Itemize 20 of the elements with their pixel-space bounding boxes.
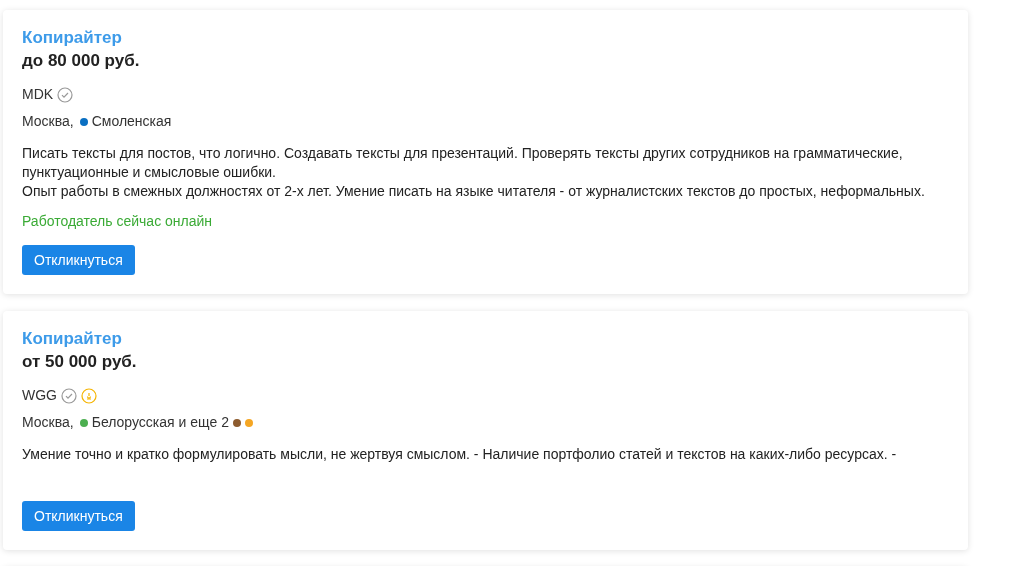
city: Москва, [22, 112, 74, 131]
check-circle-icon [61, 387, 77, 404]
check-circle-icon [57, 86, 74, 103]
city: Москва, [22, 413, 74, 432]
metro-station: Смоленская [91, 112, 172, 131]
company-name[interactable]: MDK [22, 84, 54, 105]
vacancy-title[interactable]: Копирайтер [22, 27, 949, 49]
company-name[interactable]: WGG [22, 385, 57, 406]
description: Умение точно и кратко формулировать мысли, не жертвуя смыслом. - Наличие портфолио статей и текстов на каких-либо ресурсах. - [22, 445, 898, 464]
description: Опыт работы в смежных должностях от 2-х лет. Умение писать на языке читателя - от журналистских текстов до простых, неформальных. [22, 182, 926, 201]
salary: от 50 000 руб. [22, 351, 138, 373]
online-status: Работодатель сейчас онлайн [22, 212, 214, 231]
respond-button[interactable]: Откликнуться [22, 501, 135, 531]
description: Писать тексты для постов, что логично. Создавать тексты для презентаций. Проверять тексты других сотрудников на грамматические, пунктуационные и смысловые ошибки. [22, 144, 904, 182]
metro-station: Белорусская [91, 413, 175, 432]
salary: до 80 000 руб. [22, 50, 141, 72]
more-stations: и еще 2 [178, 413, 229, 432]
vacancy-title[interactable]: Копирайтер [22, 328, 949, 350]
respond-button[interactable]: Откликнуться [22, 245, 135, 275]
medal-icon [81, 387, 97, 404]
